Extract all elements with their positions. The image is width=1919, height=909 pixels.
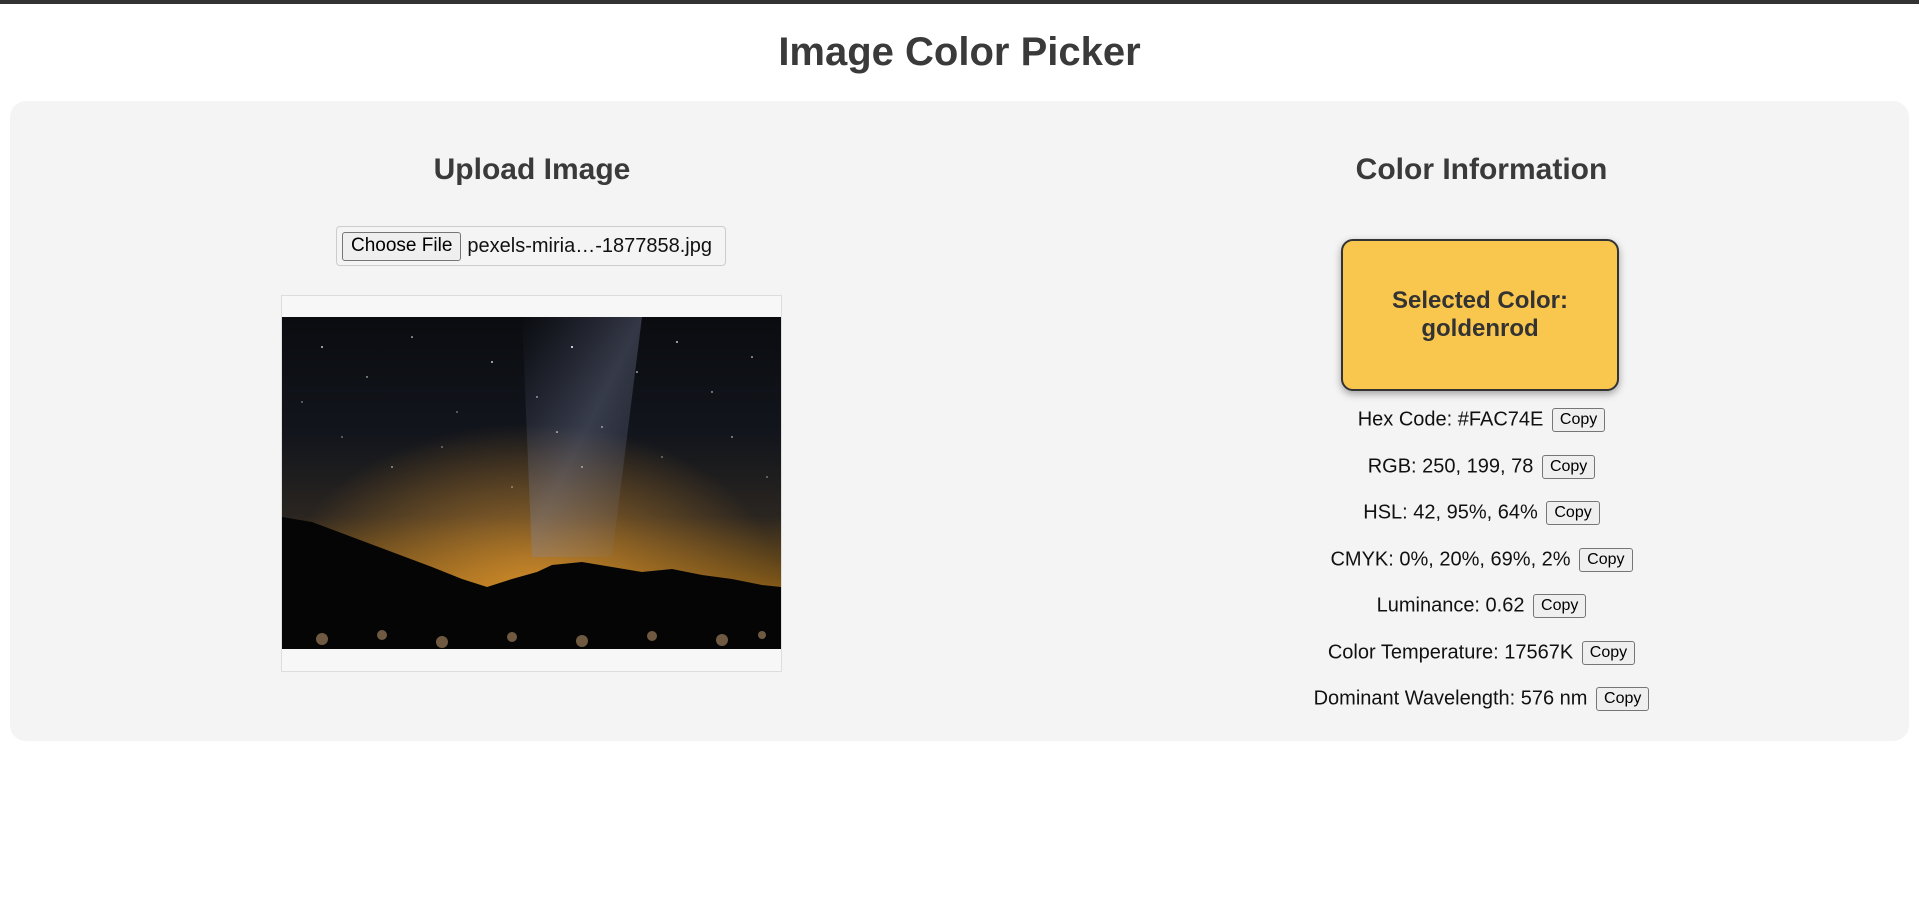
selected-color-label: Selected Color: [1391,287,1569,314]
copy-rgb-button[interactable]: Copy [1541,455,1596,479]
copy-hsl-button[interactable]: Copy [1546,501,1600,525]
page-title: Image Color Picker [778,30,1141,74]
upload-heading: Upload Image [433,153,631,186]
hex-value: Hex Code: #FAC74E [1357,408,1544,431]
hsl-row: HSL: 42, 95%, 64% Copy [1054,501,1909,525]
rgb-row: RGB: 250, 199, 78 Copy [1054,455,1909,479]
wavelength-row: Dominant Wavelength: 576 nm Copy [1054,687,1909,711]
hsl-value: HSL: 42, 95%, 64% [1363,501,1538,524]
file-input[interactable]: Choose File pexels-miria…-1877858.jpg [336,226,726,266]
upload-section: Upload Image Choose File pexels-miria…-1… [10,101,1054,741]
copy-temperature-button[interactable]: Copy [1581,641,1636,665]
image-preview-frame [281,295,782,672]
choose-file-button[interactable]: Choose File [342,231,462,261]
color-info-section: Color Information Selected Color: golden… [1054,101,1909,741]
temperature-row: Color Temperature: 17567K Copy [1054,641,1909,665]
color-info-heading: Color Information [1355,153,1608,186]
rgb-value: RGB: 250, 199, 78 [1367,455,1534,478]
luminance-row: Luminance: 0.62 Copy [1054,594,1909,618]
copy-luminance-button[interactable]: Copy [1533,594,1587,618]
selected-color-name: goldenrod [1421,315,1539,342]
cmyk-row: CMYK: 0%, 20%, 69%, 2% Copy [1054,548,1909,572]
copy-hex-button[interactable]: Copy [1551,408,1606,432]
main-panel: Upload Image Choose File pexels-miria…-1… [10,101,1909,741]
hex-row: Hex Code: #FAC74E Copy [1054,408,1909,432]
cmyk-value: CMYK: 0%, 20%, 69%, 2% [1330,548,1571,571]
wavelength-value: Dominant Wavelength: 576 nm [1313,687,1588,710]
temperature-value: Color Temperature: 17567K [1327,641,1574,664]
copy-wavelength-button[interactable]: Copy [1596,687,1650,711]
luminance-value: Luminance: 0.62 [1376,594,1525,617]
copy-cmyk-button[interactable]: Copy [1579,548,1633,572]
color-swatch: Selected Color: goldenrod [1341,239,1619,391]
uploaded-image[interactable] [282,317,781,649]
file-name: pexels-miria…-1877858.jpg [467,234,712,257]
